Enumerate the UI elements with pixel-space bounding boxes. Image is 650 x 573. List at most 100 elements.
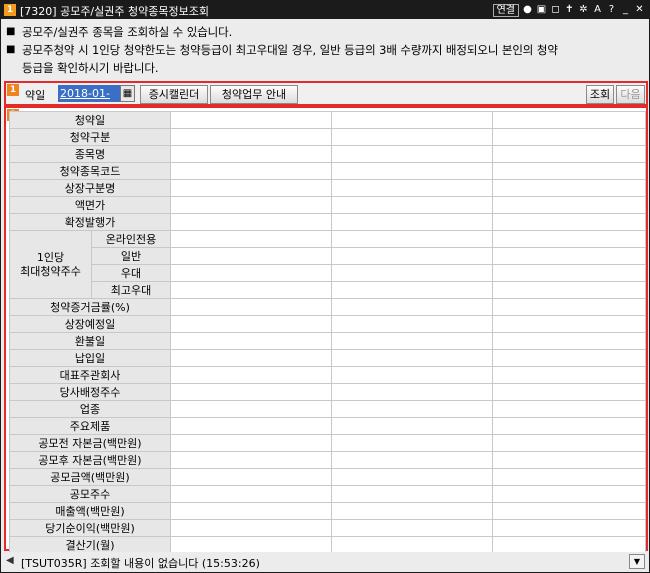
- value-cell[interactable]: [331, 213, 493, 231]
- securities-calendar-button[interactable]: 증시캘린더: [140, 85, 208, 104]
- value-cell[interactable]: [492, 434, 646, 452]
- value-cell[interactable]: [170, 536, 332, 554]
- value-cell[interactable]: [170, 519, 332, 537]
- value-cell[interactable]: [492, 536, 646, 554]
- value-cell[interactable]: [331, 366, 493, 384]
- query-button[interactable]: 조회: [586, 85, 614, 104]
- value-cell[interactable]: [492, 247, 646, 265]
- row-label: 최고우대: [91, 281, 171, 299]
- value-cell[interactable]: [492, 349, 646, 367]
- subscription-guide-button[interactable]: 청약업무 안내: [210, 85, 298, 104]
- value-cell[interactable]: [492, 213, 646, 231]
- close-icon[interactable]: ✕: [634, 4, 645, 16]
- screen-number-badge: 1: [4, 4, 16, 16]
- value-cell[interactable]: [170, 264, 332, 282]
- value-cell[interactable]: [331, 281, 493, 299]
- value-cell[interactable]: [331, 145, 493, 163]
- value-cell[interactable]: [170, 383, 332, 401]
- value-cell[interactable]: [170, 400, 332, 418]
- value-cell[interactable]: [492, 230, 646, 248]
- value-cell[interactable]: [492, 400, 646, 418]
- value-cell[interactable]: [331, 383, 493, 401]
- value-cell[interactable]: [170, 298, 332, 316]
- message-history-dropdown[interactable]: ▼: [629, 554, 645, 569]
- value-cell[interactable]: [170, 417, 332, 435]
- value-cell[interactable]: [331, 536, 493, 554]
- value-cell[interactable]: [492, 145, 646, 163]
- settings-icon[interactable]: ✲: [578, 4, 589, 16]
- value-cell[interactable]: [492, 179, 646, 197]
- value-cell[interactable]: [492, 417, 646, 435]
- value-cell[interactable]: [331, 230, 493, 248]
- save-icon[interactable]: ▣: [536, 4, 547, 16]
- value-cell[interactable]: [331, 264, 493, 282]
- calendar-icon[interactable]: ▦: [120, 85, 135, 102]
- value-cell[interactable]: [170, 162, 332, 180]
- value-cell[interactable]: [170, 451, 332, 469]
- value-cell[interactable]: [331, 128, 493, 146]
- value-cell[interactable]: [492, 162, 646, 180]
- value-cell[interactable]: [170, 485, 332, 503]
- value-cell[interactable]: [170, 366, 332, 384]
- help-icon[interactable]: ?: [606, 4, 617, 16]
- info-grid-panel: 2 청약일청약구분종목명청약종목코드상장구분명액면가확정발행가1인당 최대청약주…: [4, 106, 648, 554]
- value-cell[interactable]: [492, 111, 646, 129]
- value-cell[interactable]: [170, 145, 332, 163]
- value-cell[interactable]: [492, 264, 646, 282]
- value-cell[interactable]: [492, 128, 646, 146]
- value-cell[interactable]: [331, 111, 493, 129]
- value-cell[interactable]: [170, 196, 332, 214]
- next-button[interactable]: 다음: [616, 85, 645, 104]
- value-cell[interactable]: [170, 247, 332, 265]
- bullet-icon: ■: [6, 26, 16, 37]
- value-cell[interactable]: [170, 179, 332, 197]
- value-cell[interactable]: [331, 179, 493, 197]
- date-input[interactable]: 2018-01-09: [58, 85, 120, 117]
- value-cell[interactable]: [492, 298, 646, 316]
- copy-icon[interactable]: ◻: [550, 4, 561, 16]
- value-cell[interactable]: [492, 502, 646, 520]
- value-cell[interactable]: [331, 451, 493, 469]
- value-cell[interactable]: [170, 502, 332, 520]
- value-cell[interactable]: [170, 315, 332, 333]
- value-cell[interactable]: [492, 196, 646, 214]
- value-cell[interactable]: [170, 111, 332, 129]
- value-cell[interactable]: [331, 485, 493, 503]
- value-cell[interactable]: [492, 383, 646, 401]
- value-cell[interactable]: [492, 519, 646, 537]
- value-cell[interactable]: [331, 298, 493, 316]
- value-cell[interactable]: [492, 366, 646, 384]
- value-cell[interactable]: [331, 247, 493, 265]
- value-cell[interactable]: [170, 230, 332, 248]
- value-cell[interactable]: [331, 417, 493, 435]
- pin-icon[interactable]: ✝: [564, 4, 575, 16]
- value-cell[interactable]: [170, 332, 332, 350]
- value-cell[interactable]: [492, 332, 646, 350]
- value-cell[interactable]: [170, 468, 332, 486]
- minimize-icon[interactable]: _: [620, 4, 631, 16]
- value-cell[interactable]: [170, 213, 332, 231]
- value-cell[interactable]: [331, 315, 493, 333]
- value-cell[interactable]: [170, 281, 332, 299]
- value-cell[interactable]: [331, 519, 493, 537]
- link-button[interactable]: 연결: [492, 3, 519, 17]
- value-cell[interactable]: [170, 434, 332, 452]
- row-label: 공모주수: [9, 485, 171, 503]
- value-cell[interactable]: [170, 349, 332, 367]
- value-cell[interactable]: [331, 349, 493, 367]
- value-cell[interactable]: [492, 315, 646, 333]
- value-cell[interactable]: [331, 434, 493, 452]
- value-cell[interactable]: [492, 468, 646, 486]
- value-cell[interactable]: [331, 502, 493, 520]
- font-icon[interactable]: A: [592, 4, 603, 16]
- value-cell[interactable]: [331, 332, 493, 350]
- value-cell[interactable]: [331, 400, 493, 418]
- value-cell[interactable]: [492, 451, 646, 469]
- value-cell[interactable]: [331, 162, 493, 180]
- mouse-icon[interactable]: ●: [522, 4, 533, 16]
- value-cell[interactable]: [331, 196, 493, 214]
- value-cell[interactable]: [492, 485, 646, 503]
- value-cell[interactable]: [170, 128, 332, 146]
- value-cell[interactable]: [331, 468, 493, 486]
- value-cell[interactable]: [492, 281, 646, 299]
